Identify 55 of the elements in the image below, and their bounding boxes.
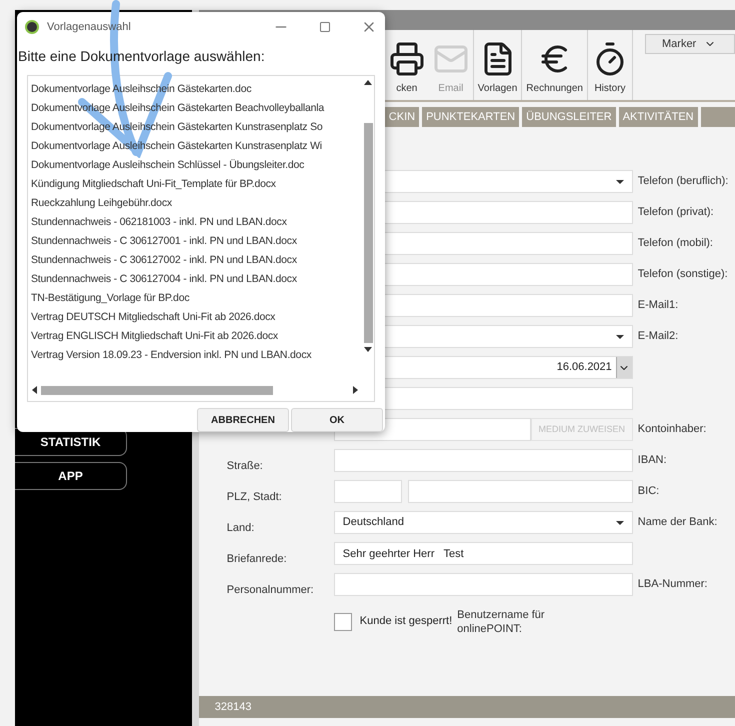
field-label: Land: [226, 522, 254, 534]
field-label: E-Mail2: [638, 329, 680, 343]
dialog-prompt: Bitte eine Dokumentvorlage auswählen: [18, 47, 266, 66]
marker-dropdown[interactable]: Marker [645, 34, 735, 54]
postal-code-field[interactable] [334, 480, 402, 503]
text-field[interactable] [334, 449, 633, 472]
template-item[interactable]: Stundennachweis - C 306127001 - inkl. PN und LBAN.docx [31, 232, 362, 251]
field-label: Briefanrede: [226, 553, 287, 565]
field-label: Benutzername für onlinePOINT: [457, 608, 546, 636]
template-item[interactable]: Vertrag DEUTSCH Mitgliedschaft Uni-Fit ab 2026.docx [31, 308, 362, 327]
dropdown-field[interactable]: Deutschland [334, 511, 633, 534]
field-label: Telefon (mobil): [638, 236, 714, 250]
sidebar-button[interactable]: APP [15, 462, 127, 490]
template-item[interactable]: TN-Bestätigung_Vorlage für BP.doc [31, 289, 362, 308]
field-label: Telefon (privat): [638, 205, 715, 219]
field-label: LBA-Nummer: [638, 577, 708, 591]
status-text: 328143 [214, 700, 252, 715]
city-field[interactable] [408, 480, 633, 503]
scroll-down-icon[interactable] [364, 347, 372, 352]
field-label: E-Mail1: [638, 298, 680, 312]
toolbar-button[interactable]: Vorlagen [474, 30, 522, 100]
scroll-up-icon[interactable] [364, 80, 372, 85]
dropdown-arrow-icon [616, 180, 624, 184]
dialog-button[interactable]: ABBRECHEN [197, 408, 289, 432]
printer-icon [388, 41, 425, 77]
template-item[interactable]: Vertrag ENGLISCH Mitgliedschaft Uni-Fit ab 2026.docx [31, 327, 362, 346]
checkbox[interactable] [334, 612, 352, 630]
checkbox-label: Kunde ist gesperrt! [360, 614, 452, 630]
template-item[interactable]: Stundennachweis - C 306127004 - inkl. PN und LBAN.docx [31, 270, 362, 289]
field-label: Telefon (beruflich): [638, 174, 730, 188]
toolbar-button[interactable]: Rechnungen [522, 30, 587, 100]
calendar-dropdown-icon [616, 357, 632, 378]
field-label: Telefon (sonstige): [638, 267, 729, 281]
text-field[interactable] [334, 573, 633, 596]
field-label: BIC: [638, 484, 660, 498]
field-label: Personalnummer: [226, 584, 314, 596]
app-logo-icon [25, 20, 39, 34]
field-label: Kontoinhaber: [638, 422, 708, 436]
dialog-button[interactable]: OK [291, 408, 383, 432]
toolbar-button[interactable]: cken [384, 30, 429, 100]
toolbar-button[interactable]: History [588, 30, 632, 100]
template-item[interactable]: Dokumentvorlage Ausleihschein Schlüssel - Übungsleiter.doc [31, 156, 362, 175]
text-field[interactable]: Sehr geehrter Herr Test [334, 542, 633, 565]
field-label: Straße: [226, 460, 263, 472]
template-item[interactable]: Kündigung Mitgliedschaft Uni-Fit_Template für BP.docx [31, 175, 362, 194]
scroll-right-icon[interactable] [353, 386, 358, 394]
maximize-icon[interactable] [319, 21, 331, 33]
template-item[interactable]: Rueckzahlung Leihgebühr.docx [31, 194, 362, 213]
dropdown-arrow-icon [616, 520, 624, 524]
field-label: IBAN: [638, 453, 668, 467]
field-label: Name der Bank: [638, 515, 718, 529]
template-item[interactable]: Stundennachweis - C 306127002 - inkl. PN und LBAN.docx [31, 251, 362, 270]
template-item[interactable]: Stundennachweis - 062181003 - inkl. PN und LBAN.docx [31, 213, 362, 232]
field-label: PLZ, Stadt: [226, 491, 282, 503]
dropdown-arrow-icon [616, 334, 624, 338]
